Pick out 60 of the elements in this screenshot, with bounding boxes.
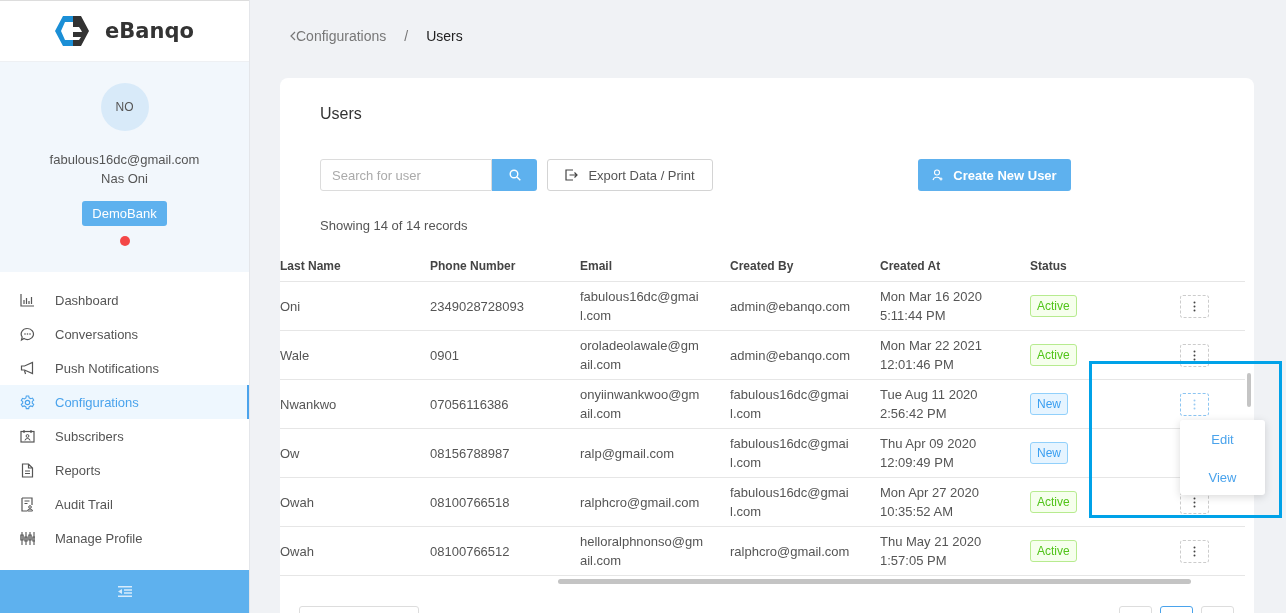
table-cell-text: onyiinwankwoo@gmail.com [580, 386, 701, 423]
records-count: Showing 14 of 14 records [319, 217, 469, 235]
export-button[interactable]: Export Data / Print [547, 159, 713, 191]
profile-email: fabulous16dc@gmail.com [49, 152, 200, 167]
table-cell-text: Nwankwo [280, 395, 338, 414]
table-cell-text: ralp@gmail.com [580, 444, 676, 463]
search-field[interactable]: Search for user [320, 159, 492, 191]
table-cell-text: ralphcro@gmail.com [730, 542, 851, 561]
table-cell-text: Wale [280, 346, 311, 365]
nav-item[interactable]: Conversations [0, 317, 249, 351]
profile-name: Nas Oni [101, 171, 148, 186]
table-cell-text: admin@ebanqo.com [730, 297, 852, 316]
nav-item[interactable]: Subscribers [0, 419, 249, 453]
column-header: Last Name [280, 258, 342, 273]
table-cell-text: 08156788987 [430, 444, 511, 463]
avatar: NO [100, 83, 149, 131]
table-cell-text: fabulous16dc@gmail.com [730, 386, 850, 423]
column-header: Created By [730, 258, 795, 273]
table-cell-text: 2349028728093 [430, 297, 525, 316]
breadcrumb-current: Users [426, 28, 463, 44]
breadcrumb-separator: / [404, 28, 409, 44]
table-cell-text: Ow [280, 444, 301, 463]
nav-item[interactable]: Dashboard [0, 283, 249, 317]
table-cell-text: Mon Mar 16 2020 5:11:44 PM [880, 288, 983, 325]
table-cell-text: fabulous16dc@gmail.com [730, 484, 850, 521]
table-cell-text: Mon Mar 22 2021 12:01:46 PM [880, 337, 983, 374]
table-cell-text: Thu Apr 09 2020 12:09:49 PM [880, 435, 978, 472]
table-cell-text: 08100766518 [430, 493, 511, 512]
table-cell-text: fabulous16dc@gmail.com [730, 435, 850, 472]
table-cell-text: helloralphnonso@gmail.com [580, 533, 704, 570]
column-header: Email [580, 258, 613, 273]
table-cell-text: admin@ebanqo.com [730, 346, 852, 365]
table-cell-text: Tue Aug 11 2020 2:56:42 PM [880, 386, 979, 423]
nav-item[interactable]: Audit Trail [0, 487, 249, 521]
column-header: Phone Number [430, 258, 517, 273]
table-cell-text: Oni [280, 297, 302, 316]
table-cell-text: 07056116386 [430, 395, 510, 414]
table-cell-text: Mon Apr 27 2020 10:35:52 AM [880, 484, 981, 521]
status-badge: New [1030, 442, 1068, 464]
nav-item[interactable]: Reports [0, 453, 249, 487]
table-cell-text: Owah [280, 542, 315, 561]
brand-name: eBanqo [105, 19, 194, 43]
table-cell-text: fabulous16dc@gmail.com [580, 288, 700, 325]
column-header: Created At [880, 258, 942, 273]
table-cell-text: 08100766512 [430, 542, 511, 561]
nav-item[interactable]: Manage Profile [0, 521, 249, 555]
status-badge: Active [1030, 491, 1077, 513]
card-title: Users [319, 104, 363, 124]
breadcrumb-link[interactable]: Configurations [296, 28, 387, 44]
table-cell-text: oroladeolawale@gmail.com [580, 337, 700, 374]
table-cell-text: ralphcro@gmail.com [580, 493, 701, 512]
table-cell-text: Owah [280, 493, 315, 512]
status-badge: Active [1030, 295, 1077, 317]
table-cell-text: 0901 [430, 346, 460, 365]
status-badge: New [1030, 393, 1068, 415]
status-badge: Active [1030, 344, 1077, 366]
nav-item[interactable]: Push Notifications [0, 351, 249, 385]
table-cell-text: Thu May 21 2020 1:57:05 PM [880, 533, 983, 570]
column-header: Status [1030, 258, 1068, 273]
status-badge: Active [1030, 540, 1077, 562]
